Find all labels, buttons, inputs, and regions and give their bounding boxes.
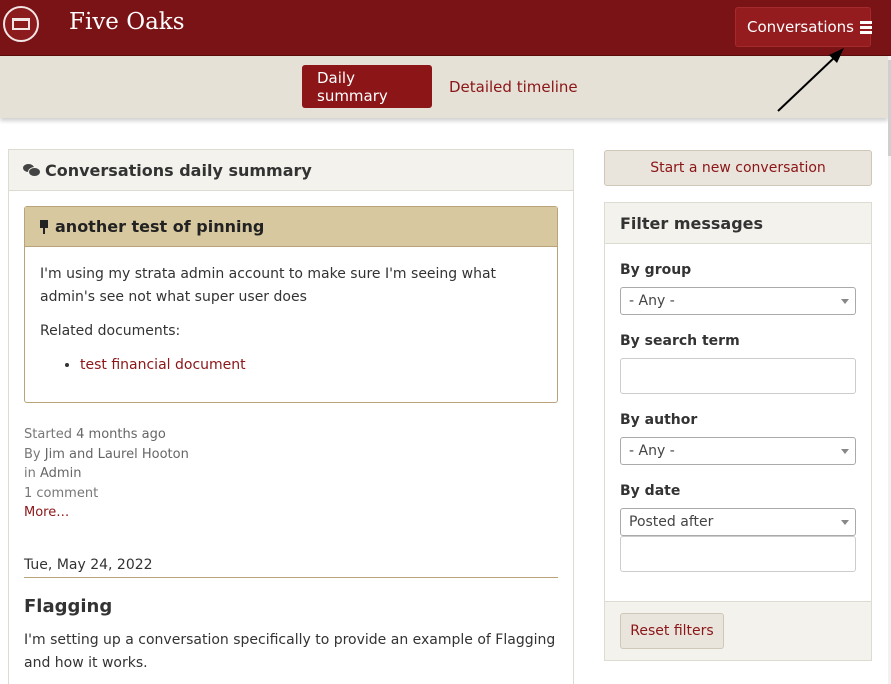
annotation-arrow-icon [777,48,844,112]
conversation-meta: Started 4 months ago By Jim and Laurel H… [24,425,189,523]
search-input[interactable] [620,358,856,394]
document-link[interactable]: test financial document [80,357,246,373]
conversation-body: I'm setting up a conversation specifical… [24,632,556,671]
daily-summary-panel: Conversations daily summary another test… [8,149,574,684]
group-filter-label: By group [620,262,692,278]
related-docs-list: test financial document [40,354,542,377]
author-value: Jim and Laurel Hooton [44,446,189,462]
group-select-value: - Any - [629,293,675,309]
group-select[interactable]: - Any - [620,287,856,315]
author-filter-label: By author [620,412,698,428]
pinned-body: I'm using my strata admin account to mak… [25,247,557,393]
started-value: 4 months ago [76,427,166,442]
comments-icon [23,164,41,177]
author-select-value: - Any - [629,443,675,459]
chevron-down-icon [841,520,849,525]
related-docs-label: Related documents: [40,323,181,339]
chevron-down-icon [841,449,849,454]
thumbtack-icon [39,219,49,234]
pinned-heading: another test of pinning [25,207,557,247]
pinned-title[interactable]: another test of pinning [55,217,264,236]
group-line: in Admin [24,466,82,481]
filter-footer: Reset filters [605,601,871,660]
date-filter-label: By date [620,483,681,499]
author-select[interactable]: - Any - [620,437,856,465]
search-filter-label: By search term [620,333,740,349]
start-conversation-button[interactable]: Start a new conversation [604,150,872,186]
comment-count: 1 comment [24,485,99,501]
pinned-text: I'm using my strata admin account to mak… [40,266,497,305]
reset-filters-button[interactable]: Reset filters [620,613,724,649]
chevron-down-icon [841,299,849,304]
conversation-title[interactable]: Flagging [24,596,112,617]
filter-panel: Filter messages By group - Any - By sear… [604,202,872,661]
date-input[interactable] [620,536,856,572]
author-line: By Jim and Laurel Hooton [24,446,189,462]
panel-heading: Conversations daily summary [9,150,573,191]
date-operator-select[interactable]: Posted after [620,508,856,536]
more-link[interactable]: More… [24,503,189,523]
filter-title: Filter messages [605,203,871,244]
group-value: Admin [40,466,82,481]
panel-title: Conversations daily summary [45,160,312,180]
started-line: Started 4 months ago [24,427,166,442]
date-select-value: Posted after [629,514,714,530]
date-heading: Tue, May 24, 2022 [24,557,558,578]
pinned-conversation: another test of pinning I'm using my str… [24,206,558,403]
list-item: test financial document [80,354,542,377]
